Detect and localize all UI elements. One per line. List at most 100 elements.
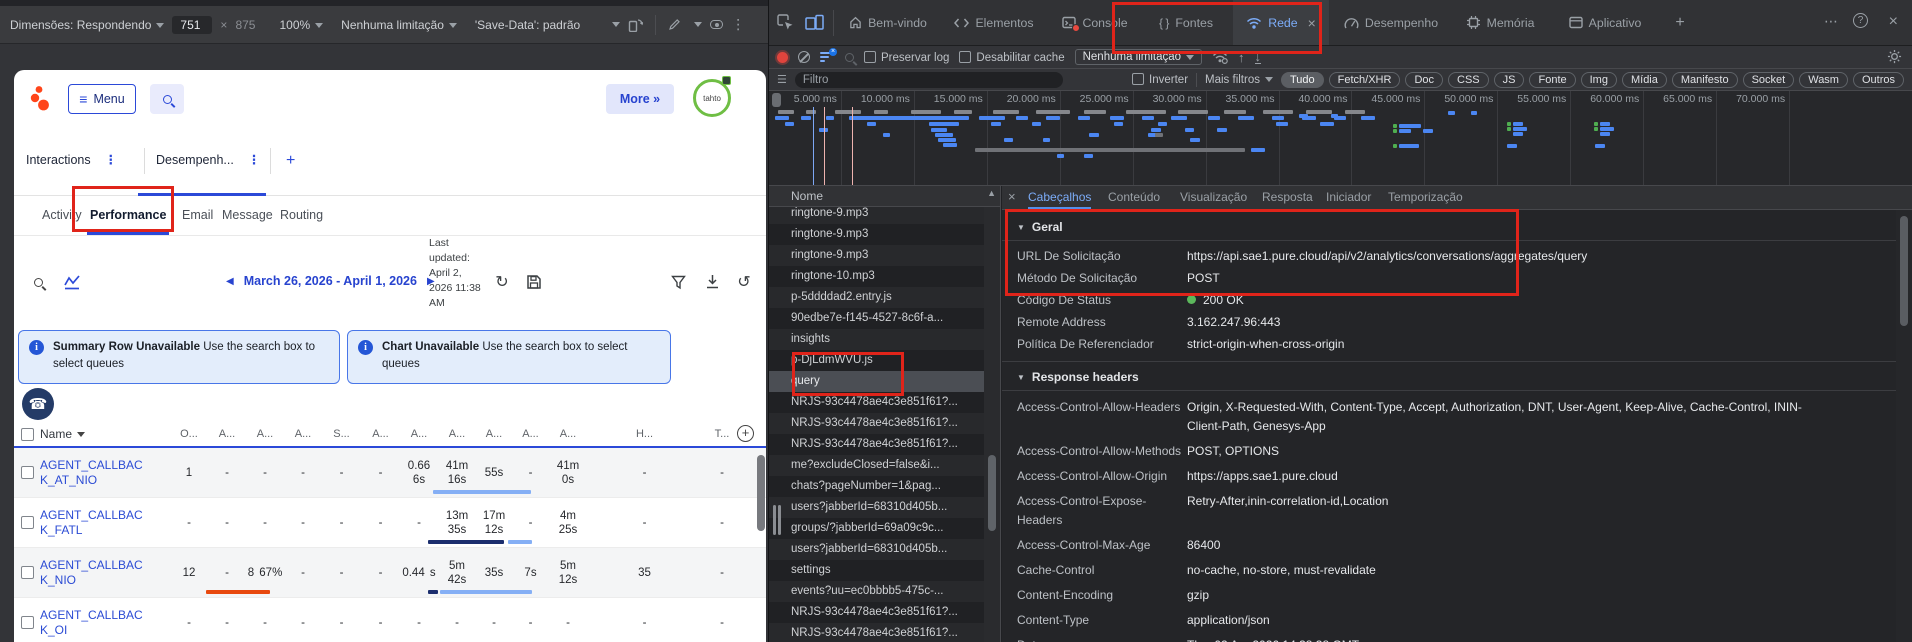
help-icon[interactable]: ? <box>1853 13 1868 28</box>
table-row[interactable]: AGENT_CALLBACK_OI - - - - - - - - - - - - - <box>14 598 766 642</box>
record-network-log-button[interactable] <box>777 51 788 63</box>
table-search-icon[interactable] <box>28 272 48 292</box>
filter-input[interactable] <box>794 71 1063 88</box>
request-row[interactable]: ringtone-9.mp3 <box>769 224 985 245</box>
chevron-down-icon[interactable] <box>694 22 703 27</box>
device-height-input[interactable]: 875 <box>235 18 255 32</box>
tab-memoria[interactable]: Memória <box>1453 0 1547 45</box>
network-overview-timeline[interactable]: 5.000 ms 10.000 ms 15.000 ms 20.000 ms 25.00… <box>769 91 1912 186</box>
undo-icon[interactable]: ↺ <box>734 272 754 292</box>
metric-column-header[interactable]: A... <box>284 428 322 440</box>
metric-column-header[interactable]: T... <box>702 428 742 440</box>
clear-network-log-icon[interactable] <box>798 51 810 63</box>
metric-column-header[interactable]: S... <box>322 428 361 440</box>
pane-splitter-handle[interactable] <box>778 505 781 535</box>
metric-column-header[interactable]: A... <box>438 428 476 440</box>
voice-media-icon[interactable]: ☎ <box>22 388 54 420</box>
request-row[interactable]: ringtone-9.mp3 <box>769 207 985 224</box>
filter-pill[interactable]: Manifesto <box>1671 71 1738 88</box>
filter-pill[interactable]: Doc <box>1405 71 1444 88</box>
preserve-log-control[interactable]: Preservar log <box>864 50 949 64</box>
request-row[interactable]: events?uu=ec0bbbb5-475c-... <box>769 581 985 602</box>
disable-cache-checkbox[interactable] <box>959 50 972 63</box>
row-checkbox[interactable] <box>14 616 40 629</box>
chevron-down-icon[interactable] <box>612 22 621 27</box>
metric-column-header[interactable]: O... <box>170 428 208 440</box>
request-row[interactable]: 90edbe7e-f145-4527-8c6f-a... <box>769 308 985 329</box>
row-checkbox[interactable] <box>14 566 40 579</box>
device-toolbar-toggle-icon[interactable] <box>805 14 824 31</box>
add-tab-button[interactable]: + <box>286 152 295 170</box>
filter-pill[interactable]: Img <box>1580 71 1617 88</box>
request-row[interactable]: me?excludeClosed=false&i... <box>769 455 985 476</box>
filter-pill[interactable]: CSS <box>1448 71 1489 88</box>
inspect-element-icon[interactable] <box>777 14 794 31</box>
search-button[interactable] <box>150 84 184 114</box>
device-throttling-dropdown[interactable]: Nenhuma limitação <box>341 18 457 32</box>
detail-tab-conteudo[interactable]: Conteúdo <box>1108 186 1160 209</box>
disable-cache-control[interactable]: Desabilitar cache <box>959 50 1065 64</box>
table-row[interactable]: AGENT_CALLBACK_NIO 12 - 8 67% - - - 0.44 s 5m 42… <box>14 548 766 598</box>
more-button[interactable]: More » <box>606 84 674 114</box>
download-icon[interactable] <box>702 272 722 292</box>
page-scrollbar-thumb[interactable] <box>757 455 765 531</box>
scrollbar-thumb[interactable] <box>1900 216 1908 326</box>
queue-link[interactable]: AGENT_CALLBACK_NIO <box>40 558 148 588</box>
request-row[interactable]: NRJS-93c4478ae4c3e851f61?... <box>769 434 985 455</box>
tab-menu-icon[interactable]: ⋮ <box>105 153 118 167</box>
row-checkbox[interactable] <box>14 466 40 479</box>
save-data-dropdown[interactable]: 'Save-Data': padrão <box>475 18 580 32</box>
refresh-icon[interactable]: ↻ <box>492 272 512 292</box>
more-filters-dropdown[interactable]: Mais filtros <box>1205 74 1273 86</box>
scrollbar-thumb[interactable] <box>988 455 996 531</box>
pane-splitter-handle[interactable] <box>773 505 776 535</box>
subtab-routing[interactable]: Routing <box>280 208 323 222</box>
table-row[interactable]: AGENT_CALLBACK_AT_NIO 1 - - - - - 0.66 6s 41m 16… <box>14 448 766 498</box>
invert-filter-control[interactable]: Inverter <box>1132 73 1188 86</box>
preserve-log-checkbox[interactable] <box>864 50 876 63</box>
subtab-message[interactable]: Message <box>222 208 273 222</box>
tab-interactions[interactable]: Interactions ⋮ <box>26 152 117 167</box>
scroll-up-icon[interactable]: ▲ <box>987 188 996 198</box>
request-row[interactable]: p-5ddddad2.entry.js <box>769 287 985 308</box>
name-column-header[interactable]: Name <box>40 427 170 441</box>
subtab-email[interactable]: Email <box>182 208 213 222</box>
filter-pill[interactable]: JS <box>1493 71 1525 88</box>
filter-pill[interactable]: Socket <box>1742 71 1795 88</box>
save-icon[interactable] <box>524 272 544 292</box>
response-headers-section-header[interactable]: ▼ Response headers <box>1017 366 1896 388</box>
queue-link[interactable]: AGENT_CALLBACK_FATL <box>40 508 148 538</box>
select-all-checkbox[interactable] <box>14 427 40 441</box>
edit-icon[interactable] <box>668 18 681 31</box>
request-row[interactable]: chats?pageNumber=1&pag... <box>769 476 985 497</box>
row-checkbox[interactable] <box>14 516 40 529</box>
queue-link[interactable]: AGENT_CALLBACK_AT_NIO <box>40 458 148 488</box>
add-column-icon[interactable]: + <box>737 425 754 442</box>
close-detail-icon[interactable]: × <box>1008 189 1016 204</box>
date-range-label[interactable]: March 26, 2026 - April 1, 2026 <box>244 274 417 288</box>
metric-column-header[interactable]: A... <box>476 428 512 440</box>
request-list-scrollbar[interactable] <box>984 207 1000 642</box>
filter-pill[interactable]: Tudo <box>1280 71 1324 88</box>
detail-tab-visualizacao[interactable]: Visualização <box>1180 186 1247 209</box>
device-width-input[interactable] <box>172 15 213 34</box>
menu-button[interactable]: ≡ Menu <box>68 84 136 114</box>
metric-column-header[interactable]: A... <box>246 428 284 440</box>
request-row[interactable]: NRJS-93c4478ae4c3e851f61?... <box>769 623 985 642</box>
add-devtools-tab-button[interactable]: + <box>1663 0 1697 45</box>
request-row[interactable]: ringtone-9.mp3 <box>769 245 985 266</box>
tab-aplicativo[interactable]: Aplicativo <box>1555 0 1655 45</box>
request-row[interactable]: users?jabberId=68310d405b... <box>769 539 985 560</box>
close-devtools-icon[interactable]: × <box>1889 13 1898 31</box>
devtools-overflow-menu-icon[interactable]: ⋯ <box>1824 13 1838 30</box>
request-row[interactable]: NRJS-93c4478ae4c3e851f61?... <box>769 413 985 434</box>
request-row[interactable]: ringtone-10.mp3 <box>769 266 985 287</box>
filter-toggle-icon[interactable]: × <box>820 47 837 63</box>
device-toolbar-menu-icon[interactable]: ⋮ <box>731 16 745 33</box>
detail-tab-cabecalhos[interactable]: Cabeçalhos <box>1028 186 1092 209</box>
filter-pill[interactable]: Mídia <box>1621 71 1667 88</box>
detail-tab-resposta[interactable]: Resposta <box>1262 186 1313 209</box>
request-row[interactable]: groups/?jabberId=69a09c9c... <box>769 518 985 539</box>
filter-pill[interactable]: Outros <box>1852 71 1904 88</box>
filter-icon[interactable] <box>668 272 688 292</box>
